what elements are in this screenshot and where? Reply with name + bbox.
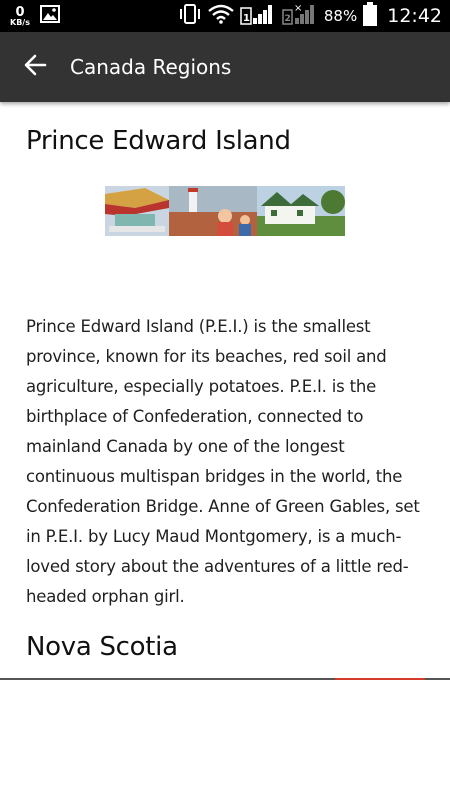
pei-collage-image <box>105 186 345 236</box>
signal-sim1-icon: 1 <box>240 2 276 30</box>
region-content: Prince Edward Island Prince Edward Islan… <box>0 102 450 678</box>
battery-percent: 88% <box>323 7 358 25</box>
status-bar-left: 0 KB/s <box>10 5 60 27</box>
svg-text:2: 2 <box>284 14 290 24</box>
svg-text:1: 1 <box>243 13 250 24</box>
region-heading-pei: Prince Edward Island <box>26 126 291 156</box>
accent-indicator <box>335 678 425 680</box>
divider-strip <box>0 678 450 680</box>
back-button[interactable] <box>0 32 70 102</box>
page-title: Canada Regions <box>70 55 232 79</box>
network-speed-unit: KB/s <box>10 17 30 27</box>
battery-icon <box>363 2 378 30</box>
network-speed-value: 0 <box>15 4 25 20</box>
arrow-left-icon <box>23 53 47 81</box>
status-bar: 0 KB/s 1 2 × 88% 12:42 <box>0 0 450 32</box>
image-icon <box>39 5 60 27</box>
vibrate-icon <box>178 3 202 29</box>
wifi-icon <box>208 4 234 28</box>
app-bar: Canada Regions <box>0 32 450 102</box>
region-heading-nova-scotia: Nova Scotia <box>26 632 178 662</box>
clock: 12:42 <box>387 5 442 27</box>
region-description-pei: Prince Edward Island (P.E.I.) is the sma… <box>26 317 420 606</box>
status-bar-right: 1 2 × 88% 12:42 <box>178 2 442 30</box>
network-speed: 0 KB/s <box>10 6 30 27</box>
svg-text:×: × <box>294 3 302 14</box>
signal-sim2-icon: 2 × <box>282 2 318 30</box>
